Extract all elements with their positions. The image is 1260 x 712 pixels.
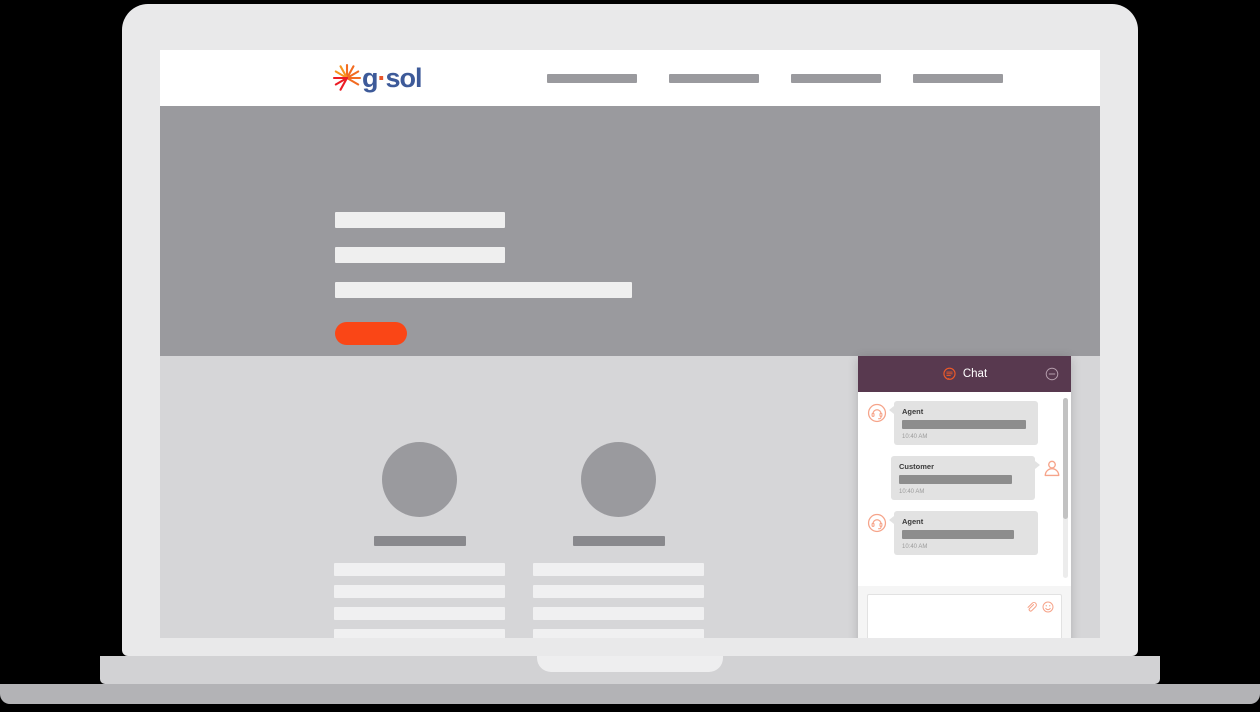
chat-message: Customer 10:40 AM: [867, 456, 1062, 500]
card-text-line: [334, 585, 505, 598]
hero-headline-placeholder: [335, 212, 505, 228]
laptop-screen: g·sol Chat Agent 10:40 AM Customer 10:40…: [160, 50, 1100, 638]
logo-wordmark: g·sol: [362, 62, 423, 93]
customer-person-icon: [1042, 458, 1062, 478]
card-text-line: [533, 629, 704, 638]
chat-bubble-icon: [943, 367, 956, 380]
card-title-placeholder: [572, 536, 665, 546]
chat-message: Agent 10:40 AM: [867, 401, 1062, 445]
site-navbar: g·sol: [160, 50, 1100, 106]
chat-message-list[interactable]: Agent 10:40 AM Customer 10:40 AM Agent 1…: [858, 392, 1071, 586]
minimize-circle-icon: [1045, 367, 1059, 381]
agent-headset-icon: [867, 403, 887, 423]
chat-title: Chat: [962, 368, 988, 380]
message-timestamp: 10:40 AM: [899, 489, 925, 495]
chat-bubble-agent: Agent 10:40 AM: [889, 401, 1038, 445]
hero-body-placeholder: [335, 282, 632, 298]
message-text-placeholder: [902, 530, 1014, 539]
laptop-trackpad-notch: [537, 656, 723, 672]
message-text-placeholder: [899, 475, 1012, 484]
card-title-placeholder: [373, 536, 466, 546]
chat-message: Agent 10:40 AM: [867, 511, 1062, 555]
card-avatar: [382, 442, 457, 517]
bubble-tail: [1035, 461, 1040, 469]
nav-item-1[interactable]: [546, 73, 637, 83]
message-timestamp: 10:40 AM: [902, 434, 928, 440]
message-timestamp: 10:40 AM: [902, 544, 928, 550]
card-text-line: [533, 585, 704, 598]
hero-section: [160, 106, 1100, 356]
content-card[interactable]: [533, 442, 704, 638]
card-text-line: [533, 607, 704, 620]
bubble-tail: [889, 406, 894, 414]
message-input[interactable]: [867, 594, 1062, 638]
content-card[interactable]: [334, 442, 505, 638]
card-text-line: [334, 563, 505, 576]
paperclip-icon[interactable]: [1026, 600, 1037, 618]
agent-headset-icon: [867, 513, 887, 533]
nav-item-3[interactable]: [790, 73, 881, 83]
nav-item-4[interactable]: [912, 73, 1003, 83]
minimize-button[interactable]: [1045, 367, 1059, 386]
chat-compose-area: [858, 586, 1071, 638]
message-text-placeholder: [902, 420, 1026, 429]
card-avatar: [581, 442, 656, 517]
site-logo[interactable]: g·sol: [332, 62, 423, 93]
sunburst-icon: [332, 63, 362, 91]
message-sender: Customer: [899, 462, 935, 471]
nav-item-2[interactable]: [668, 73, 759, 83]
hero-cta-button[interactable]: [335, 322, 407, 345]
nav-links: [546, 73, 1003, 83]
chat-bubble-customer: Customer 10:40 AM: [891, 456, 1040, 500]
card-text-line: [334, 629, 505, 638]
card-text-line: [533, 563, 704, 576]
screenshot-stage: g·sol Chat Agent 10:40 AM Customer 10:40…: [0, 0, 1260, 712]
chat-header: Chat: [858, 356, 1071, 392]
smiley-icon[interactable]: [1042, 600, 1054, 618]
message-sender: Agent: [902, 517, 924, 526]
bubble-tail: [889, 516, 894, 524]
chat-bubble-agent: Agent 10:40 AM: [889, 511, 1038, 555]
laptop-foot: [0, 684, 1260, 704]
chat-widget: Chat Agent 10:40 AM Customer 10:40 AM Ag…: [858, 356, 1071, 638]
chat-scrollbar-thumb[interactable]: [1063, 398, 1068, 519]
message-sender: Agent: [902, 407, 924, 416]
hero-subhead-placeholder: [335, 247, 505, 263]
card-text-line: [334, 607, 505, 620]
